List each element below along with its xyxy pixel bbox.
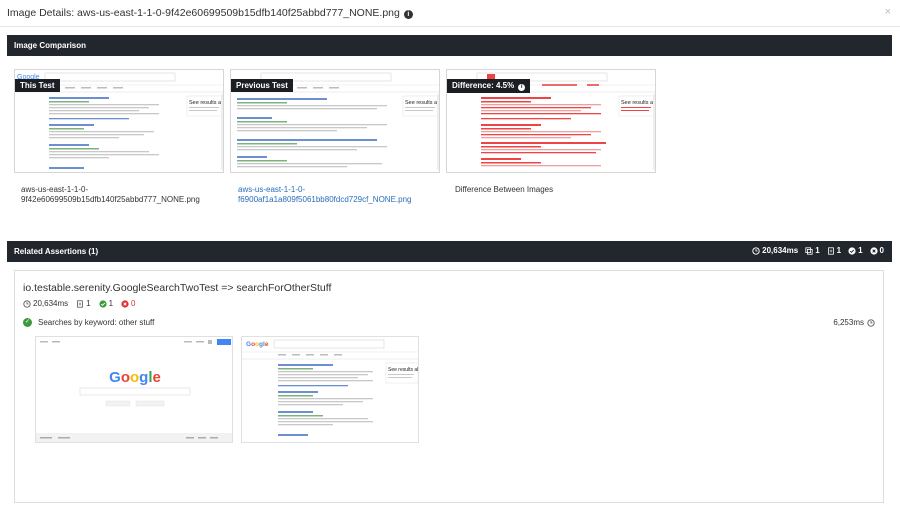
modal-title: Image Details: aws-us-east-1-1-0-9f42e60… xyxy=(7,7,413,19)
assertion-time: 6,253ms xyxy=(833,318,875,327)
failed-stat: 0 xyxy=(869,246,884,255)
difference-label-text: Difference: 4.5% xyxy=(452,81,515,90)
svg-text:See results ab: See results ab xyxy=(189,100,224,106)
google-homepage-screenshot[interactable]: Google xyxy=(35,336,233,443)
failed-value: 0 xyxy=(879,246,884,255)
search-results-screenshot[interactable]: Google See results ab xyxy=(241,336,419,443)
copy-icon xyxy=(805,246,813,255)
image-comparison-title: Image Comparison xyxy=(14,41,87,50)
clock-icon xyxy=(752,246,760,255)
check-icon xyxy=(98,299,107,308)
difference-label: Difference: 4.5% i xyxy=(447,79,531,93)
passed-value: 1 xyxy=(858,246,863,255)
docs-value: 1 xyxy=(836,246,842,255)
difference-thumbnail[interactable]: Difference: 4.5% i See results ab xyxy=(446,69,656,173)
info-icon[interactable]: i xyxy=(403,10,413,19)
passed-stat: 1 xyxy=(848,246,863,255)
time-value: 20,634ms xyxy=(762,246,799,255)
close-button[interactable]: × xyxy=(885,6,891,18)
clock-icon xyxy=(23,299,31,308)
x-icon xyxy=(121,299,129,308)
clock-icon xyxy=(867,318,875,327)
modal-title-text: Image Details: aws-us-east-1-1-0-9f42e60… xyxy=(7,7,400,19)
search-results-image: Google See results ab xyxy=(242,337,419,442)
time-stat: 20,634ms xyxy=(752,246,798,255)
test-passed: 1 xyxy=(108,299,114,308)
svg-text:See results ab: See results ab xyxy=(405,100,440,106)
svg-text:See results ab: See results ab xyxy=(621,100,656,106)
related-assertions-header: Related Assertions (1) 20,634ms 1 1 1 0 xyxy=(7,241,892,262)
copies-stat: 1 xyxy=(805,246,820,255)
info-icon[interactable]: i xyxy=(518,84,526,91)
google-homepage-image: Google xyxy=(36,337,232,442)
test-stats: 20,634ms 1 1 0 xyxy=(23,299,136,308)
check-icon xyxy=(848,246,856,255)
assertion-stats: 20,634ms 1 1 1 0 xyxy=(752,246,884,255)
this-test-thumbnail[interactable]: This Test Google See results ab xyxy=(14,69,224,173)
document-icon xyxy=(77,299,83,308)
assertion-label: Searches by keyword: other stuff xyxy=(38,318,155,327)
test-failed-stat: 0 xyxy=(121,299,136,308)
test-failed: 0 xyxy=(131,299,136,308)
image-comparison-header: Image Comparison xyxy=(7,35,892,56)
previous-test-link[interactable]: aws-us-east-1-1-0-f6900af1a1a809f5061bb8… xyxy=(238,185,428,205)
test-time: 20,634ms xyxy=(33,299,69,308)
svg-text:See results ab: See results ab xyxy=(388,367,419,373)
previous-test-thumbnail[interactable]: Previous Test See results ab xyxy=(230,69,440,173)
x-icon xyxy=(869,246,878,255)
difference-caption: Difference Between Images xyxy=(455,185,554,194)
assertion-row[interactable]: ✓ Searches by keyword: other stuff xyxy=(23,318,154,327)
test-time-stat: 20,634ms xyxy=(23,299,68,308)
this-test-label: This Test xyxy=(15,79,60,92)
docs-stat: 1 xyxy=(827,246,841,255)
modal-header: Image Details: aws-us-east-1-1-0-9f42e60… xyxy=(0,0,900,27)
check-icon: ✓ xyxy=(23,318,32,327)
copies-value: 1 xyxy=(815,246,820,255)
related-assertions-title: Related Assertions (1) xyxy=(14,247,99,256)
svg-text:Google: Google xyxy=(109,369,161,386)
test-passed-stat: 1 xyxy=(98,299,114,308)
test-name: io.testable.serenity.GoogleSearchTwoTest… xyxy=(23,282,332,294)
test-docs: 1 xyxy=(86,299,91,308)
svg-text:Google: Google xyxy=(246,341,269,348)
assertion-time-value: 6,253ms xyxy=(833,318,864,327)
document-icon xyxy=(827,246,834,255)
this-test-caption: aws-us-east-1-1-0-9f42e60699509b15dfb140… xyxy=(21,185,200,204)
test-panel: io.testable.serenity.GoogleSearchTwoTest… xyxy=(14,270,884,503)
test-docs-stat: 1 xyxy=(76,299,91,308)
previous-test-label: Previous Test xyxy=(231,79,293,92)
